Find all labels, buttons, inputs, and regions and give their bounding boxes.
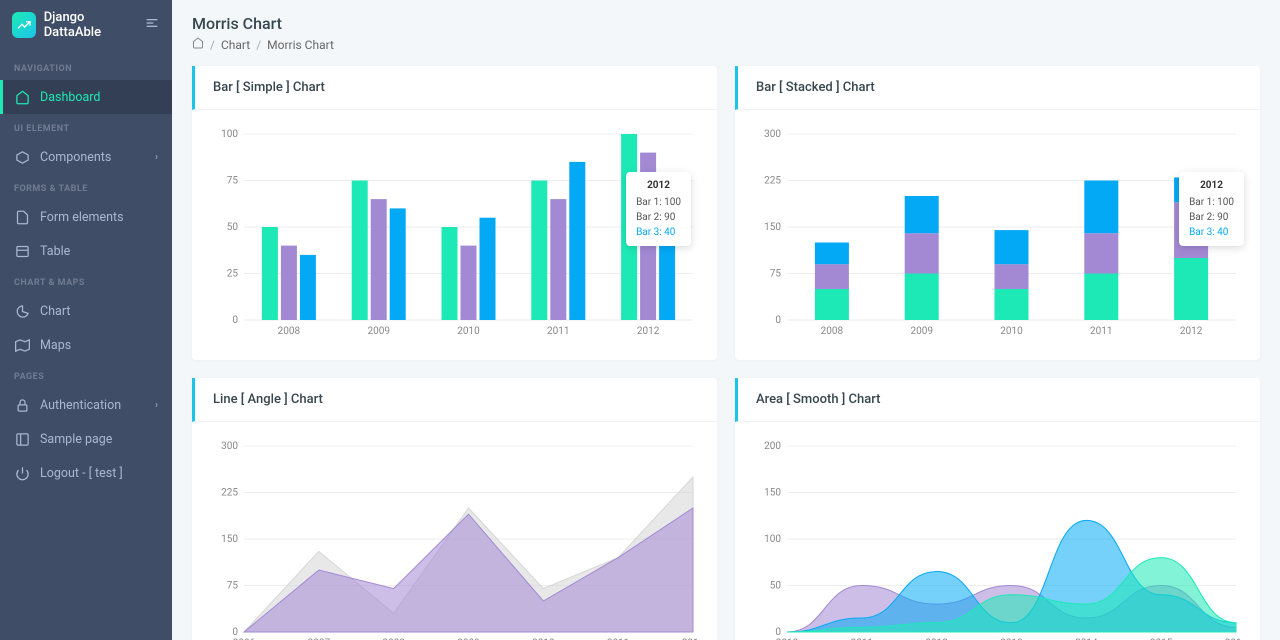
svg-text:300: 300 <box>221 441 238 452</box>
nav-label: Components <box>40 150 111 165</box>
svg-text:100: 100 <box>221 129 238 140</box>
svg-text:2012: 2012 <box>1180 326 1203 337</box>
sidebar-item-components[interactable]: Components › <box>0 140 172 174</box>
card-bar-simple: Bar [ Simple ] Chart 0 25 50 75 100 2008 2009 2… <box>192 66 717 360</box>
box-icon <box>14 149 30 165</box>
svg-text:0: 0 <box>775 315 781 326</box>
sidebar-icon <box>14 431 30 447</box>
svg-text:300: 300 <box>764 129 781 140</box>
nav-label: Dashboard <box>40 90 100 105</box>
svg-text:2009: 2009 <box>367 326 389 337</box>
svg-text:2010: 2010 <box>1000 326 1023 337</box>
nav: NAVIGATION Dashboard UI ELEMENT Componen… <box>0 50 172 640</box>
pie-chart-icon <box>14 303 30 319</box>
breadcrumb-sep: / <box>210 38 215 52</box>
sidebar-item-sample[interactable]: Sample page <box>0 422 172 456</box>
svg-text:75: 75 <box>227 581 239 592</box>
svg-text:0: 0 <box>775 627 781 638</box>
svg-text:2008: 2008 <box>821 326 844 337</box>
chevron-right-icon: › <box>155 400 158 411</box>
chart-area-smooth[interactable]: 0501001502002010201120122013201420152016 <box>753 440 1242 640</box>
brand-logo-icon <box>12 12 36 38</box>
svg-text:25: 25 <box>227 269 239 280</box>
svg-text:0: 0 <box>232 627 238 638</box>
page-title: Morris Chart <box>192 14 1260 33</box>
home-icon <box>14 89 30 105</box>
chart-bar-simple[interactable]: 0 25 50 75 100 2008 2009 2010 2011 2012 <box>210 128 699 338</box>
sidebar: Django DattaAble NAVIGATION Dashboard UI… <box>0 0 172 640</box>
svg-text:2009: 2009 <box>910 326 932 337</box>
sidebar-item-chart[interactable]: Chart <box>0 294 172 328</box>
sidebar-item-maps[interactable]: Maps <box>0 328 172 362</box>
page-header: Morris Chart / Chart / Morris Chart <box>192 14 1260 52</box>
chevron-right-icon: › <box>155 152 158 163</box>
svg-text:2012: 2012 <box>637 326 660 337</box>
nav-label: Sample page <box>40 432 112 447</box>
card-title: Line [ Angle ] Chart <box>213 392 699 407</box>
chart-bar-stacked[interactable]: 0 75 150 225 300 2008 2009 2010 2011 2012 <box>753 128 1242 338</box>
nav-caption-chart: CHART & MAPS <box>0 268 172 294</box>
power-icon <box>14 465 30 481</box>
card-title: Bar [ Stacked ] Chart <box>756 80 1242 95</box>
svg-text:2010: 2010 <box>457 326 480 337</box>
home-icon[interactable] <box>192 37 204 52</box>
card-area-smooth: Area [ Smooth ] Chart 050100150200201020… <box>735 378 1260 640</box>
breadcrumb-sep: / <box>256 38 261 52</box>
svg-text:50: 50 <box>227 222 239 233</box>
svg-text:50: 50 <box>770 581 782 592</box>
nav-label: Logout - [ test ] <box>40 466 123 481</box>
sidebar-item-logout[interactable]: Logout - [ test ] <box>0 456 172 490</box>
svg-text:75: 75 <box>770 269 782 280</box>
map-icon <box>14 337 30 353</box>
nav-label: Table <box>40 244 70 259</box>
sidebar-item-table[interactable]: Table <box>0 234 172 268</box>
nav-label: Form elements <box>40 210 124 225</box>
nav-label: Authentication <box>40 398 121 413</box>
svg-text:2011: 2011 <box>1090 326 1112 337</box>
nav-caption-navigation: NAVIGATION <box>0 54 172 80</box>
svg-text:100: 100 <box>764 534 781 545</box>
svg-text:200: 200 <box>764 441 781 452</box>
brand-title: Django DattaAble <box>44 10 136 40</box>
card-line-angle: Line [ Angle ] Chart 0751502253002006200… <box>192 378 717 640</box>
breadcrumb-chart[interactable]: Chart <box>221 38 250 52</box>
card-title: Bar [ Simple ] Chart <box>213 80 699 95</box>
main-content: Morris Chart / Chart / Morris Chart Bar … <box>172 0 1280 640</box>
chart-line-angle[interactable]: 0751502253002006200720082009201020112012 <box>210 440 699 640</box>
svg-text:225: 225 <box>221 488 238 499</box>
menu-toggle-icon[interactable] <box>144 15 160 35</box>
breadcrumb-current: Morris Chart <box>267 38 334 52</box>
nav-label: Maps <box>40 338 71 353</box>
card-title: Area [ Smooth ] Chart <box>756 392 1242 407</box>
svg-text:2011: 2011 <box>547 326 569 337</box>
card-bar-stacked: Bar [ Stacked ] Chart 0 75 150 225 300 2008 20… <box>735 66 1260 360</box>
file-text-icon <box>14 209 30 225</box>
svg-text:150: 150 <box>764 488 781 499</box>
sidebar-item-form-elements[interactable]: Form elements <box>0 200 172 234</box>
svg-text:0: 0 <box>232 315 238 326</box>
brand: Django DattaAble <box>0 0 172 50</box>
svg-text:225: 225 <box>764 176 781 187</box>
sidebar-item-dashboard[interactable]: Dashboard <box>0 80 172 114</box>
nav-caption-ui: UI ELEMENT <box>0 114 172 140</box>
sidebar-item-auth[interactable]: Authentication › <box>0 388 172 422</box>
svg-text:150: 150 <box>764 222 781 233</box>
nav-label: Chart <box>40 304 70 319</box>
breadcrumb: / Chart / Morris Chart <box>192 37 1260 52</box>
nav-caption-forms: FORMS & TABLE <box>0 174 172 200</box>
server-icon <box>14 243 30 259</box>
nav-caption-pages: PAGES <box>0 362 172 388</box>
svg-text:150: 150 <box>221 534 238 545</box>
svg-text:2008: 2008 <box>278 326 301 337</box>
lock-icon <box>14 397 30 413</box>
svg-text:75: 75 <box>227 176 239 187</box>
